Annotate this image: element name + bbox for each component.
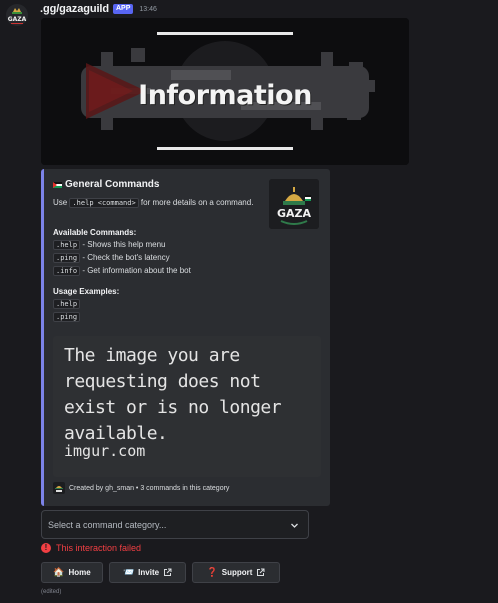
envelope-icon: 📨 <box>122 567 135 577</box>
example-line: .help <box>53 298 81 310</box>
available-commands-heading: Available Commands: <box>53 228 137 237</box>
command-code: .ping <box>53 253 81 263</box>
command-description: - Check the bot's latency <box>82 253 170 262</box>
gaza-dome-logo-icon: GAZA <box>269 179 319 229</box>
inline-code: .help <command> <box>69 198 139 208</box>
support-button[interactable]: ❓ Support <box>192 562 280 583</box>
svg-text:GAZA: GAZA <box>8 16 27 23</box>
external-link-icon <box>257 568 265 576</box>
command-description: - Get information about the bot <box>82 266 191 275</box>
footer-logo-icon <box>53 482 65 494</box>
support-button-label: Support <box>221 568 253 577</box>
banner-title: Information <box>138 80 312 111</box>
example-code: .help <box>53 299 81 309</box>
question-mark-icon: ❓ <box>206 567 218 577</box>
username[interactable]: .gg/gazaguild <box>40 3 109 15</box>
help-embed: General Commands GAZA Use .help <command… <box>41 169 330 506</box>
house-icon: 🏠 <box>53 567 65 577</box>
command-code: .help <box>53 240 81 250</box>
home-button[interactable]: 🏠 Home <box>41 562 103 583</box>
chevron-down-icon <box>291 523 298 528</box>
banner-image[interactable]: Information <box>41 18 409 165</box>
example-code: .ping <box>53 312 81 322</box>
interaction-error: ! This interaction failed <box>41 543 141 553</box>
svg-text:GAZA: GAZA <box>277 207 312 220</box>
embed-image[interactable]: The image you are requesting does not ex… <box>53 336 321 477</box>
home-button-label: Home <box>68 568 91 577</box>
invite-button-label: Invite <box>138 568 160 577</box>
invite-button[interactable]: 📨 Invite <box>109 562 186 583</box>
embed-title-row: General Commands <box>53 179 159 190</box>
embed-title: General Commands <box>65 179 160 190</box>
embed-footer: Created by gh_sman • 3 commands in this … <box>53 482 229 494</box>
palestine-flag-icon <box>53 181 62 188</box>
timestamp: 13:46 <box>139 5 157 13</box>
image-missing-domain: imgur.com <box>64 442 146 460</box>
command-line: .ping - Check the bot's latency <box>53 252 170 264</box>
command-line: .info - Get information about the bot <box>53 265 191 277</box>
footer-text: Created by gh_sman • 3 commands in this … <box>69 484 230 492</box>
error-icon: ! <box>41 543 51 553</box>
usage-examples-heading: Usage Examples: <box>53 287 120 296</box>
avatar[interactable]: GAZA <box>6 4 28 26</box>
select-placeholder: Select a command category... <box>48 520 167 530</box>
embed-description: Use .help <command> for more details on … <box>53 197 258 209</box>
command-description: - Shows this help menu <box>82 240 166 249</box>
description-prefix: Use <box>53 198 68 207</box>
app-badge: APP <box>112 4 134 14</box>
command-code: .info <box>53 266 81 276</box>
command-line: .help - Shows this help menu <box>53 239 165 251</box>
external-link-icon <box>164 568 172 576</box>
message-header: .gg/gazaguild APP 13:46 <box>40 3 157 15</box>
embed-thumbnail[interactable]: GAZA <box>269 179 319 229</box>
gaza-logo-icon: GAZA <box>8 8 27 24</box>
image-missing-message: The image you are requesting does not ex… <box>64 345 282 444</box>
example-line: .ping <box>53 311 81 323</box>
edited-label: (edited) <box>41 589 62 595</box>
command-category-select[interactable]: Select a command category... <box>41 510 309 539</box>
description-suffix: for more details on a command. <box>140 198 254 207</box>
error-text: This interaction failed <box>56 543 142 553</box>
